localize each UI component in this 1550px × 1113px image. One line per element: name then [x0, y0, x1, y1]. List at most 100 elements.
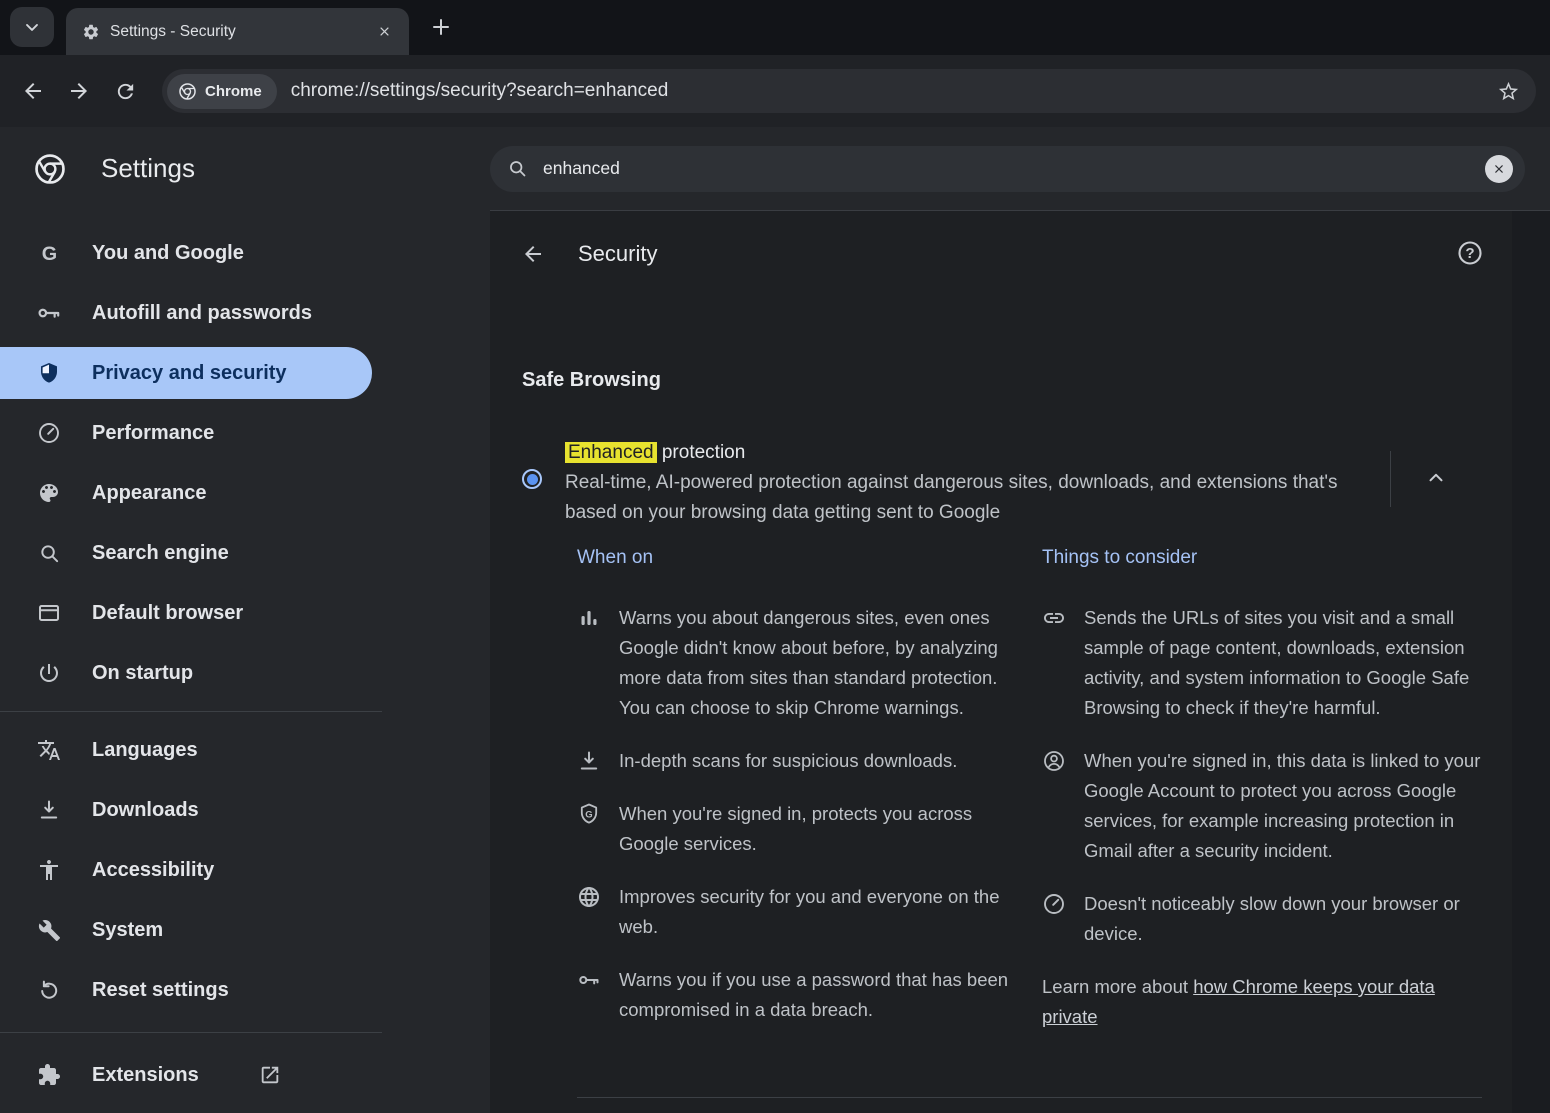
speedometer-icon: [36, 421, 62, 445]
speedometer-icon: [1042, 892, 1066, 949]
list-item: Warns you about dangerous sites, even on…: [577, 603, 1042, 723]
list-item: When you're signed in, protects you acro…: [577, 799, 1042, 859]
search-icon: [36, 542, 62, 565]
tab-search-button[interactable]: [10, 7, 54, 47]
sidebar-item-label: Languages: [92, 739, 198, 762]
when-on-column: When on Warns you about dangerous sites,…: [577, 543, 1042, 1048]
scrollbar-track[interactable]: [1512, 210, 1550, 1113]
sidebar-item-label: Appearance: [92, 482, 207, 505]
settings-search[interactable]: [490, 146, 1525, 192]
main-area: You and Google Autofill and passwords Pr…: [0, 210, 1550, 1113]
list-item-text: Warns you about dangerous sites, even on…: [619, 603, 1019, 723]
sidebar-item-label: You and Google: [92, 242, 244, 265]
list-item: Warns you if you use a password that has…: [577, 965, 1042, 1025]
globe-icon: [577, 885, 601, 942]
things-to-consider-column: Things to consider Sends the URLs of sit…: [1042, 543, 1490, 1048]
translate-icon: [36, 738, 62, 762]
forward-button[interactable]: [56, 68, 102, 114]
collapse-button[interactable]: [1391, 435, 1480, 519]
list-item: In-depth scans for suspicious downloads.: [577, 746, 1042, 776]
chrome-logo-icon: [178, 82, 197, 101]
enhanced-protection-description: Real-time, AI-powered protection against…: [565, 468, 1380, 528]
sidebar-item-autofill[interactable]: Autofill and passwords: [0, 287, 372, 339]
settings-brand: Settings: [0, 152, 490, 186]
search-input[interactable]: [541, 157, 1472, 180]
site-chip[interactable]: Chrome: [167, 74, 277, 109]
address-bar[interactable]: Chrome chrome://settings/security?search…: [162, 69, 1536, 113]
new-tab-button[interactable]: [429, 15, 453, 39]
help-icon: [1456, 239, 1484, 267]
star-icon: [1497, 80, 1520, 103]
sidebar-item-search-engine[interactable]: Search engine: [0, 527, 372, 579]
sidebar-divider: [0, 1032, 382, 1033]
sidebar-item-you-and-google[interactable]: You and Google: [0, 227, 372, 279]
clear-search-button[interactable]: [1485, 155, 1513, 183]
sidebar-item-languages[interactable]: Languages: [0, 724, 372, 776]
sidebar-item-performance[interactable]: Performance: [0, 407, 372, 459]
sidebar-item-label: System: [92, 919, 163, 942]
shield-icon: [36, 361, 62, 385]
shield-g-icon: [577, 802, 601, 859]
list-item-text: Warns you if you use a password that has…: [619, 965, 1019, 1025]
download-icon: [36, 798, 62, 822]
tab-close-button[interactable]: [371, 19, 397, 45]
reload-icon: [114, 80, 137, 103]
list-item-text: When you're signed in, protects you acro…: [619, 799, 1019, 859]
sidebar-item-default-browser[interactable]: Default browser: [0, 587, 372, 639]
power-icon: [36, 661, 62, 685]
bookmark-button[interactable]: [1497, 80, 1520, 103]
enhanced-details: When on Warns you about dangerous sites,…: [577, 543, 1490, 1048]
sidebar-item-accessibility[interactable]: Accessibility: [0, 844, 372, 896]
sidebar-item-label: On startup: [92, 662, 193, 685]
sidebar-item-extensions[interactable]: Extensions: [0, 1049, 372, 1101]
close-icon: [1492, 162, 1506, 176]
sidebar-item-label: Accessibility: [92, 859, 214, 882]
page-title: Security: [578, 239, 657, 269]
browser-toolbar: Chrome chrome://settings/security?search…: [0, 55, 1550, 127]
enhanced-protection-row: Enhanced protection Real-time, AI-powere…: [522, 435, 1480, 528]
sidebar-item-label: Downloads: [92, 799, 199, 822]
sidebar-item-label: Autofill and passwords: [92, 302, 312, 325]
settings-title: Settings: [101, 153, 195, 184]
google-g-icon: [36, 241, 62, 266]
learn-more-prefix: Learn more about: [1042, 976, 1193, 997]
list-item: Sends the URLs of sites you visit and a …: [1042, 603, 1490, 723]
sidebar-item-label: Privacy and security: [92, 362, 287, 385]
sidebar-item-downloads[interactable]: Downloads: [0, 784, 372, 836]
list-item-text: Doesn't noticeably slow down your browse…: [1084, 889, 1489, 949]
browser-tab[interactable]: Settings - Security: [66, 8, 409, 55]
reload-button[interactable]: [102, 68, 148, 114]
sidebar-item-reset-settings[interactable]: Reset settings: [0, 964, 372, 1016]
sidebar-divider: [0, 711, 382, 712]
enhanced-protection-radio[interactable]: [522, 469, 542, 489]
when-on-heading: When on: [577, 543, 1042, 573]
download-icon: [577, 749, 601, 776]
sidebar-item-system[interactable]: System: [0, 904, 372, 956]
enhanced-protection-text: Enhanced protection Real-time, AI-powere…: [565, 435, 1390, 528]
chrome-logo-icon: [33, 152, 67, 186]
sidebar-item-label: Reset settings: [92, 979, 229, 1002]
sidebar-item-on-startup[interactable]: On startup: [0, 647, 372, 699]
row-divider: [577, 1097, 1482, 1098]
help-button[interactable]: [1456, 239, 1484, 267]
list-item: When you're signed in, this data is link…: [1042, 746, 1490, 866]
sidebar-item-appearance[interactable]: Appearance: [0, 467, 372, 519]
security-back-button[interactable]: [518, 239, 548, 269]
list-item-text: Sends the URLs of sites you visit and a …: [1084, 603, 1489, 723]
tab-strip: Settings - Security: [0, 0, 1550, 55]
chevron-up-icon: [1425, 467, 1447, 489]
palette-icon: [36, 481, 62, 505]
list-item: Doesn't noticeably slow down your browse…: [1042, 889, 1490, 949]
learn-more-text: Learn more about how Chrome keeps your d…: [1042, 972, 1467, 1032]
settings-header: Settings: [0, 127, 1550, 210]
wrench-icon: [36, 919, 62, 942]
chevron-down-icon: [22, 17, 42, 37]
plus-icon: [429, 15, 453, 39]
list-item-text: In-depth scans for suspicious downloads.: [619, 746, 1019, 776]
key-icon: [577, 968, 601, 1025]
browser-window-icon: [36, 601, 62, 625]
search-highlight: Enhanced: [565, 442, 657, 463]
sidebar-item-privacy-security[interactable]: Privacy and security: [0, 347, 372, 399]
gear-icon: [82, 23, 100, 41]
back-button[interactable]: [10, 68, 56, 114]
